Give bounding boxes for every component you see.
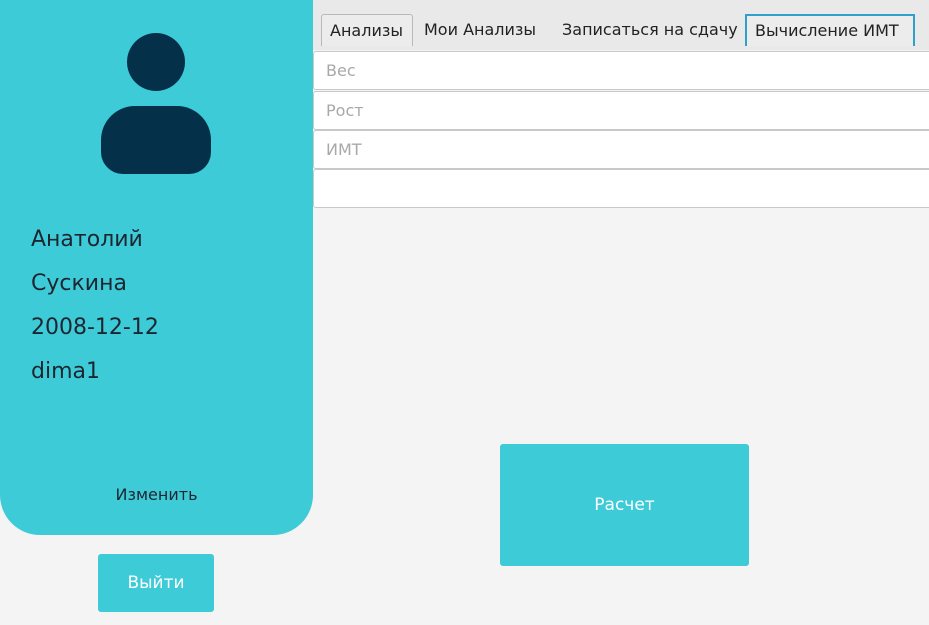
edit-profile-link[interactable]: Изменить — [0, 485, 313, 504]
logout-button[interactable]: Выйти — [98, 554, 214, 612]
avatar-body — [101, 106, 211, 174]
profile-card: Анатолий Сускина 2008-12-12 dima1 Измени… — [0, 0, 313, 535]
tab-book-test[interactable]: Записаться на сдачу — [554, 14, 744, 46]
tab-my-analyses[interactable]: Мои Анализы — [416, 14, 552, 46]
profile-birth-date: 2008-12-12 — [31, 315, 159, 340]
weight-input[interactable] — [313, 51, 929, 90]
tab-analyses[interactable]: Анализы — [321, 14, 413, 46]
tab-bmi-calculation[interactable]: Вычисление ИМТ — [745, 14, 915, 46]
profile-login: dima1 — [31, 359, 100, 384]
avatar-head — [127, 33, 185, 91]
height-input[interactable] — [313, 91, 929, 130]
tab-bar: Анализы Мои Анализы Записаться на сдачу … — [313, 0, 929, 50]
bmi-result-field[interactable] — [313, 169, 929, 208]
profile-last-name: Сускина — [31, 271, 127, 296]
calculate-button[interactable]: Расчет — [500, 444, 749, 566]
bmi-input[interactable] — [313, 130, 929, 169]
user-avatar-icon — [100, 33, 212, 175]
profile-first-name: Анатолий — [31, 227, 143, 252]
app-window: Анатолий Сускина 2008-12-12 dima1 Измени… — [0, 0, 929, 625]
